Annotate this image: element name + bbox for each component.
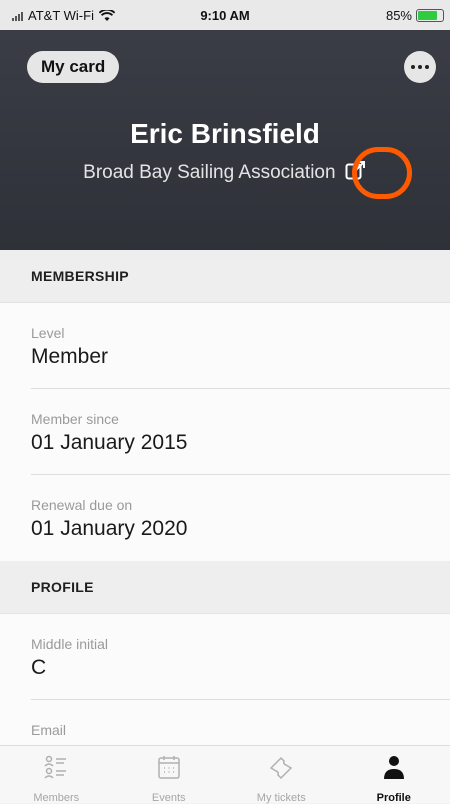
level-label: Level bbox=[31, 325, 64, 341]
calendar-icon bbox=[156, 754, 182, 785]
clock: 9:10 AM bbox=[0, 8, 450, 23]
tab-my-tickets-label: My tickets bbox=[225, 792, 338, 804]
member-name: Eric Brinsfield bbox=[0, 118, 450, 150]
level-row: Level Member bbox=[0, 303, 450, 389]
member-since-label: Member since bbox=[31, 411, 119, 427]
tab-events[interactable]: Events bbox=[113, 746, 226, 803]
tab-profile[interactable]: Profile bbox=[338, 746, 450, 803]
member-card-header: My card Eric Brinsfield Broad Bay Sailin… bbox=[0, 30, 450, 250]
battery-percent: 85% bbox=[386, 8, 412, 23]
tab-bar: Members Events My tickets Profile bbox=[0, 745, 450, 803]
battery-icon bbox=[416, 9, 444, 22]
tab-members[interactable]: Members bbox=[0, 746, 113, 803]
email-label: Email bbox=[31, 722, 66, 738]
profile-icon bbox=[381, 754, 407, 785]
renewal-row: Renewal due on 01 January 2020 bbox=[0, 475, 450, 561]
members-icon bbox=[43, 754, 69, 785]
my-card-button[interactable]: My card bbox=[27, 51, 119, 83]
ticket-icon bbox=[267, 754, 295, 787]
more-dot bbox=[418, 65, 422, 69]
middle-initial-label: Middle initial bbox=[31, 636, 108, 652]
middle-initial-row: Middle initial C bbox=[0, 614, 450, 700]
membership-section-header: MEMBERSHIP bbox=[0, 250, 450, 303]
more-dot bbox=[425, 65, 429, 69]
member-since-row: Member since 01 January 2015 bbox=[0, 389, 450, 475]
profile-section-header: PROFILE bbox=[0, 561, 450, 614]
renewal-label: Renewal due on bbox=[31, 497, 132, 513]
middle-initial-value: C bbox=[31, 656, 46, 680]
level-value: Member bbox=[31, 345, 108, 369]
more-options-button[interactable] bbox=[404, 51, 436, 83]
tab-profile-label: Profile bbox=[338, 792, 450, 804]
email-row: Email bbox=[0, 700, 450, 745]
status-bar: AT&T Wi-Fi 9:10 AM 85% bbox=[0, 0, 450, 30]
tab-my-tickets[interactable]: My tickets bbox=[225, 746, 338, 803]
battery-status: 85% bbox=[386, 8, 444, 23]
organization-name: Broad Bay Sailing Association bbox=[83, 162, 335, 184]
tab-events-label: Events bbox=[113, 792, 226, 804]
member-since-value: 01 January 2015 bbox=[31, 431, 187, 455]
more-dot bbox=[411, 65, 415, 69]
renewal-value: 01 January 2020 bbox=[31, 517, 187, 541]
annotation-highlight-ring bbox=[352, 147, 412, 199]
tab-members-label: Members bbox=[0, 792, 113, 804]
